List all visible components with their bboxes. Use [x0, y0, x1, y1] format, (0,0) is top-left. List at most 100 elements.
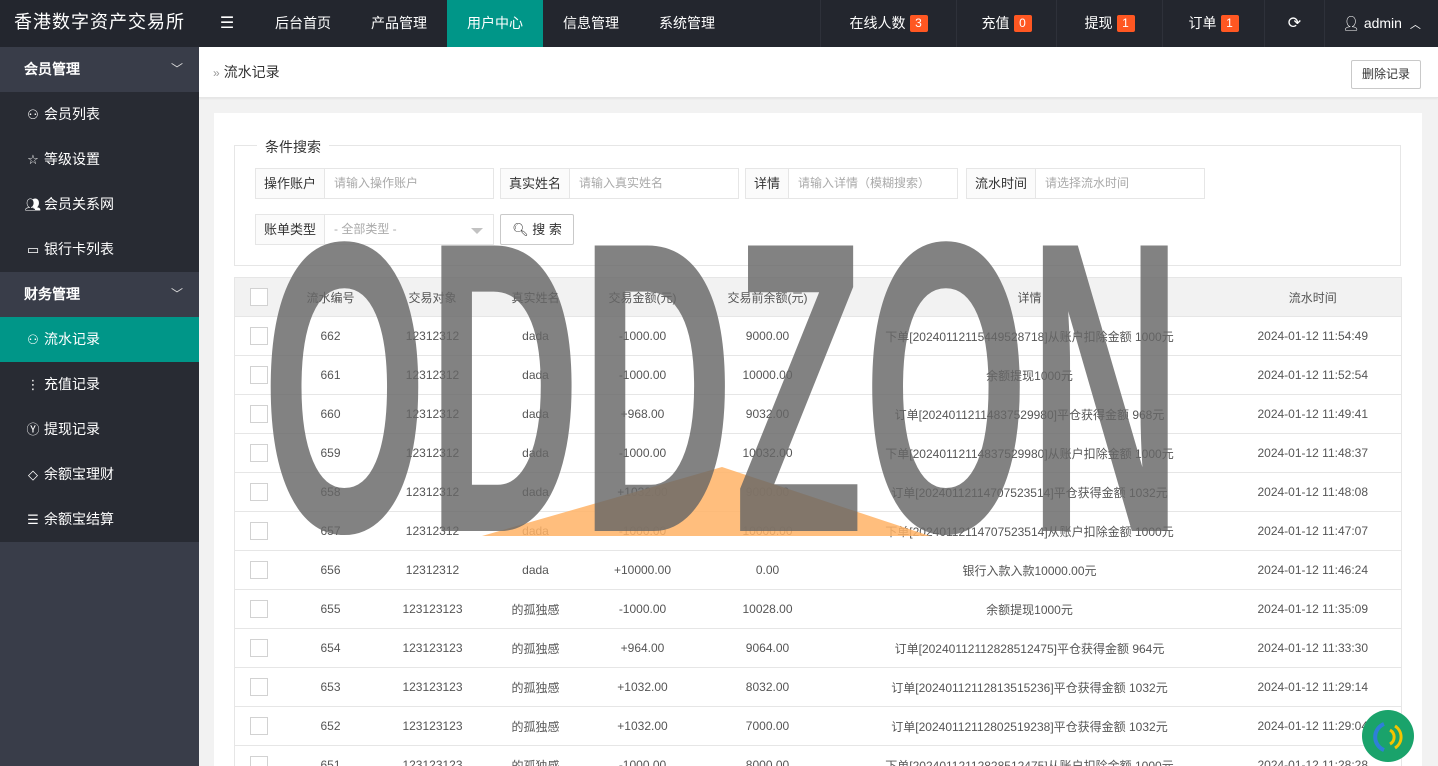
- page-title: 流水记录: [223, 64, 280, 80]
- real-name-cell: dada: [486, 550, 585, 590]
- table-row[interactable]: 662 12312312 dada -1000.00 9000.00 下单[2024011…: [234, 316, 1402, 356]
- sidebar-item-yuebao-finance[interactable]: ◇ 余额宝理财: [0, 452, 199, 497]
- field-label: 流水时间: [966, 168, 1036, 199]
- row-checkbox[interactable]: [249, 717, 268, 735]
- search-legend: 条件搜索: [257, 137, 329, 157]
- row-select-cell: [234, 472, 283, 512]
- counterparty-cell: 12312312: [378, 316, 487, 356]
- sidebar-item-label: 会员关系网: [44, 196, 114, 212]
- column-header[interactable]: 流水编号: [282, 277, 379, 317]
- row-checkbox[interactable]: [249, 600, 268, 618]
- sidebar-item-withdraw-records[interactable]: Ⓨ 提现记录: [0, 407, 199, 452]
- column-header[interactable]: 交易前余额(元): [700, 277, 835, 317]
- amount-cell: -1000.00: [584, 355, 701, 395]
- balance-before-cell: 9000.00: [700, 472, 835, 512]
- diamond-icon: ◇: [28, 467, 38, 482]
- detail-cell: 余额提现1000元: [834, 589, 1225, 629]
- row-checkbox[interactable]: [249, 405, 268, 423]
- row-checkbox[interactable]: [249, 561, 268, 579]
- detail-input[interactable]: 请输入详情（模糊搜索）: [788, 168, 959, 199]
- withdraw-count[interactable]: 提现 1: [1056, 0, 1162, 47]
- amount-cell: +968.00: [584, 394, 701, 434]
- table-row[interactable]: 660 12312312 dada +968.00 9032.00 订单[20240112…: [234, 394, 1402, 434]
- table-row[interactable]: 661 12312312 dada -1000.00 10000.00 余额提现1000元…: [234, 355, 1402, 395]
- flow-time-cell: 2024-01-12 11:46:24: [1224, 550, 1402, 590]
- row-checkbox[interactable]: [249, 756, 268, 766]
- select-all-checkbox[interactable]: [249, 288, 268, 306]
- detail-search-field: 详情 请输入详情（模糊搜索）: [745, 168, 959, 199]
- sidebar-item-bank-cards[interactable]: ▭ 银行卡列表: [0, 227, 199, 272]
- account-input[interactable]: 请输入操作账户: [324, 168, 495, 199]
- balance-before-cell: 8032.00: [700, 667, 835, 707]
- row-checkbox[interactable]: [249, 444, 268, 462]
- user-menu[interactable]: 👤︎ admin ︿: [1324, 0, 1438, 47]
- real-name-cell: dada: [486, 316, 585, 356]
- bill-type-select[interactable]: - 全部类型 -: [324, 214, 495, 245]
- row-checkbox[interactable]: [249, 639, 268, 657]
- search-button[interactable]: 🔍︎ 搜 索: [500, 214, 574, 245]
- column-header[interactable]: 真实姓名: [486, 277, 585, 317]
- field-label: 账单类型: [255, 214, 325, 245]
- table-row[interactable]: 659 12312312 dada -1000.00 10032.00 下单[202401…: [234, 433, 1402, 473]
- table-row[interactable]: 653 123123123 的孤独感 +1032.00 8032.00 订单[202401…: [234, 667, 1402, 707]
- realname-input[interactable]: 请输入真实姓名: [569, 168, 740, 199]
- sidebar-item-flow-records[interactable]: ⚇ 流水记录: [0, 317, 199, 362]
- table-row[interactable]: 658 12312312 dada +1032.00 9000.00 订单[2024011…: [234, 472, 1402, 512]
- order-count[interactable]: 订单 1: [1162, 0, 1264, 47]
- flow-time-cell: 2024-01-12 11:33:30: [1224, 628, 1402, 668]
- flow-id-cell: 662: [282, 316, 379, 356]
- column-header[interactable]: 详情: [834, 277, 1225, 317]
- search-icon: 🔍︎: [512, 222, 529, 237]
- sidebar-item-recharge-records[interactable]: ⋮ 充值记录: [0, 362, 199, 407]
- nav-item-home[interactable]: 后台首页: [255, 0, 351, 47]
- counterparty-cell: 123123123: [378, 706, 487, 746]
- users-icon: 👥︎: [24, 197, 42, 212]
- counterparty-cell: 123123123: [378, 628, 487, 668]
- menu-fold-icon[interactable]: ☰: [199, 0, 255, 47]
- row-select-cell: [234, 550, 283, 590]
- sidebar-item-level-settings[interactable]: ☆ 等级设置: [0, 137, 199, 182]
- delete-records-button[interactable]: 删除记录: [1351, 60, 1421, 89]
- counterparty-cell: 123123123: [378, 589, 487, 629]
- table-row[interactable]: 654 123123123 的孤独感 +964.00 9064.00 订单[2024011…: [234, 628, 1402, 668]
- nav-item-products[interactable]: 产品管理: [351, 0, 447, 47]
- recharge-count[interactable]: 充值 0: [956, 0, 1056, 47]
- column-header[interactable]: 交易对象: [378, 277, 487, 317]
- top-header: 香港数字资产交易所 ☰ 后台首页 产品管理 用户中心 信息管理 系统管理 在线人…: [0, 0, 1438, 47]
- online-count[interactable]: 在线人数 3: [820, 0, 956, 47]
- app-logo[interactable]: 香港数字资产交易所: [0, 0, 199, 47]
- row-checkbox[interactable]: [249, 483, 268, 501]
- amount-cell: -1000.00: [584, 316, 701, 356]
- chat-float-button[interactable]: [1362, 710, 1414, 762]
- sidebar-item-member-list[interactable]: ⚇ 会员列表: [0, 92, 199, 137]
- counterparty-cell: 123123123: [378, 667, 487, 707]
- row-checkbox[interactable]: [249, 678, 268, 696]
- field-label: 操作账户: [255, 168, 325, 199]
- flow-id-cell: 651: [282, 745, 379, 766]
- table-row[interactable]: 655 123123123 的孤独感 -1000.00 10028.00 余额提现1000…: [234, 589, 1402, 629]
- real-name-cell: 的孤独感: [486, 667, 585, 707]
- nav-item-system[interactable]: 系统管理: [639, 0, 735, 47]
- sidebar-group-finance[interactable]: 财务管理 ﹀: [0, 272, 199, 317]
- column-header[interactable]: 交易金额(元): [584, 277, 701, 317]
- row-checkbox[interactable]: [249, 366, 268, 384]
- amount-cell: -1000.00: [584, 589, 701, 629]
- nav-item-user-center[interactable]: 用户中心: [447, 0, 543, 47]
- sidebar-group-members[interactable]: 会员管理 ﹀: [0, 47, 199, 92]
- table-row[interactable]: 652 123123123 的孤独感 +1032.00 7000.00 订单[202401…: [234, 706, 1402, 746]
- table-row[interactable]: 656 12312312 dada +10000.00 0.00 银行入款入款10000.…: [234, 550, 1402, 590]
- nav-item-info[interactable]: 信息管理: [543, 0, 639, 47]
- chevron-down-icon: ﹀: [170, 62, 183, 76]
- sidebar-item-member-network[interactable]: 👥︎ 会员关系网: [0, 182, 199, 227]
- column-header[interactable]: 流水时间: [1224, 277, 1402, 317]
- row-checkbox[interactable]: [249, 522, 268, 540]
- detail-cell: 订单[20240112114837529980]平仓获得金额 968元: [834, 394, 1225, 434]
- row-checkbox[interactable]: [249, 327, 268, 345]
- refresh-icon[interactable]: ⟳: [1264, 0, 1324, 47]
- select-all-cell: [234, 277, 283, 317]
- time-input[interactable]: 请选择流水时间: [1035, 168, 1206, 199]
- balance-before-cell: 9064.00: [700, 628, 835, 668]
- sidebar-item-yuebao-settlement[interactable]: ☰ 余额宝结算: [0, 497, 199, 542]
- table-row[interactable]: 657 12312312 dada -1000.00 10000.00 下单[202401…: [234, 511, 1402, 551]
- table-row[interactable]: 651 123123123 的孤独感 -1000.00 8000.00 下单[202401…: [234, 745, 1402, 766]
